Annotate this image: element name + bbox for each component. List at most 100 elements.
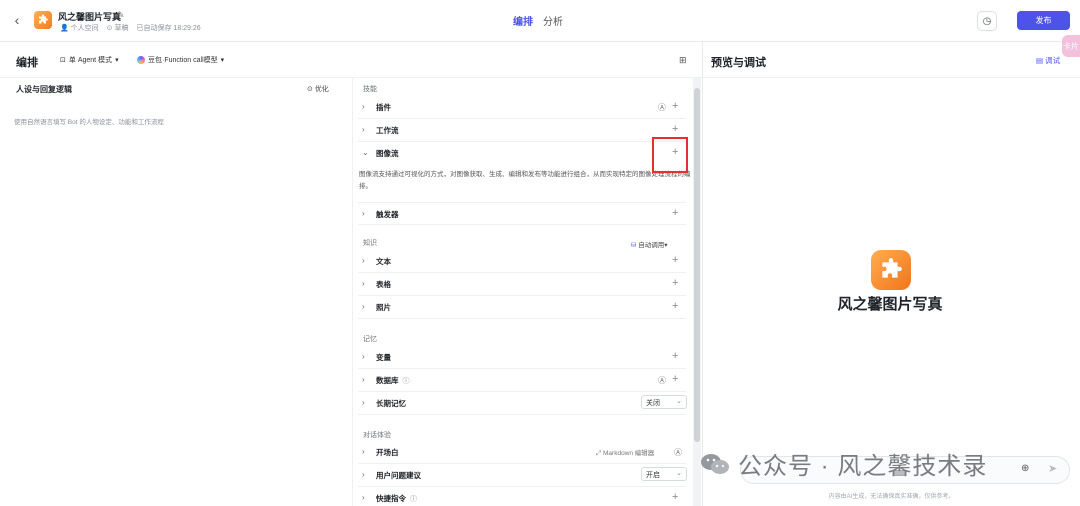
app-meta: 👤 个人空间 ⊙ 草稿 已自动保存 18:29:26 [60,23,201,33]
add-database-icon[interactable]: + [672,373,678,385]
auto-icon[interactable]: Ⓐ [658,375,666,386]
bot-avatar [871,250,911,290]
agent-mode-select[interactable]: ⊡ 单 Agent 模式 ▾ [60,55,119,65]
row-shortcut[interactable]: › 快捷指令 ⓘ + [358,487,686,506]
layout-grid-icon[interactable]: ⊞ [679,55,687,66]
puzzle-icon [882,258,902,278]
chevron-right-icon: › [362,302,365,311]
persona-input[interactable]: 使用自然语言填写 Bot 的人物设定、功能和工作流程 [14,116,164,126]
markdown-editor-button[interactable]: ⤢ Markdown 编辑器 [596,447,654,458]
add-plugin-icon[interactable]: + [672,100,678,112]
disclaimer: 内容由AI生成，无法确保真实准确，仅供参考。 [828,494,955,500]
row-label: 工作流 [376,126,399,135]
row-photo[interactable]: › 照片 + [358,296,686,319]
auto-icon[interactable]: Ⓐ [674,447,682,458]
chevron-down-icon: ⌄ [676,398,682,405]
model-logo-icon [137,56,145,64]
row-image-flow[interactable]: ⌄ 图像流 + [358,142,686,165]
row-label: 长期记忆 [376,399,406,408]
section-knowledge: 知识 [363,240,377,247]
app-title: 风之馨图片写真 [58,12,122,22]
attach-icon[interactable]: ⊕ [1021,463,1029,474]
edit-title-icon[interactable]: ✎ [117,10,125,21]
chevron-right-icon: › [362,447,365,456]
database-icon: ⛁ [631,242,637,249]
agent-mode-label: 单 Agent 模式 [68,57,113,64]
preview-title: 预览与调试 [711,57,766,69]
row-workflow[interactable]: › 工作流 + [358,119,686,142]
skills-panel: 技能 › 插件 Ⓐ + › 工作流 + ⌄ 图像流 + 图像流支持通过可视化的方… [353,78,693,506]
divider [702,42,703,506]
row-label: 文本 [376,257,391,266]
row-label: 开场白 [376,448,399,457]
send-icon[interactable]: ➤ [1048,462,1057,475]
top-tabs: 编排 分析 [513,13,563,28]
section-dialog: 对话体验 [363,432,391,439]
row-plugin[interactable]: › 插件 Ⓐ + [358,96,686,119]
chevron-right-icon: › [362,256,365,265]
add-shortcut-icon[interactable]: + [672,491,678,503]
autosave-label: 已自动保存 18:29:26 [136,25,201,32]
add-table-icon[interactable]: + [672,277,678,289]
chevron-right-icon: › [362,279,365,288]
chevron-right-icon: › [362,375,365,384]
add-trigger-icon[interactable]: + [672,207,678,219]
scrollbar-thumb[interactable] [694,88,700,442]
chevron-down-icon: ⌄ [362,148,369,157]
row-label: 快捷指令 ⓘ [376,494,417,503]
row-label: 表格 [376,280,391,289]
row-label: 触发器 [376,210,399,219]
watermark-text: 公众号 · 风之馨技术录 [738,453,988,480]
arrange-title: 编排 [16,57,38,69]
row-opening[interactable]: › 开场白 ⤢ Markdown 编辑器 Ⓐ [358,441,686,464]
info-icon: ⓘ [402,378,410,385]
auto-icon[interactable]: Ⓐ [658,102,666,113]
puzzle-icon [39,14,48,24]
persona-title: 人设与回复逻辑 [16,85,72,94]
tab-arrange[interactable]: 编排 [513,13,533,28]
chevron-down-icon: ⌄ [676,470,682,477]
section-memory: 记忆 [363,336,377,343]
bot-name: 风之馨图片写真 [837,296,943,313]
chevron-down-icon: ▾ [220,57,225,64]
auto-call-select[interactable]: ⛁ 自动调用▾ [631,239,668,249]
row-suggestion[interactable]: › 用户问题建议 开启 ⌄ [358,464,687,487]
long-memory-select[interactable]: 关闭 ⌄ [641,395,687,409]
chevron-right-icon: › [362,209,365,218]
chevron-right-icon: › [362,493,365,502]
app-logo [34,11,52,29]
add-photo-icon[interactable]: + [672,300,678,312]
row-variable[interactable]: › 变量 + [358,346,686,369]
top-bar: ‹ 风之馨图片写真 ✎ 👤 个人空间 ⊙ 草稿 已自动保存 18:29:26 编… [0,0,1080,42]
preview-header: 预览与调试 ▤ 调试 [703,42,1080,78]
highlight-box [652,137,688,173]
row-label: 插件 [376,103,391,112]
row-text[interactable]: › 文本 + [358,250,686,273]
add-workflow-icon[interactable]: + [672,123,678,135]
row-label: 数据库 ⓘ [376,376,410,385]
model-select[interactable]: 豆包·Function call模型 ▾ [137,55,224,65]
add-text-icon[interactable]: + [672,254,678,266]
row-long-memory[interactable]: › 长期记忆 关闭 ⌄ [358,392,687,415]
row-label: 图像流 [376,149,399,158]
row-database[interactable]: › 数据库 ⓘ Ⓐ + [358,369,686,392]
chevron-right-icon: › [362,470,365,479]
publish-button[interactable]: 发布 [1017,11,1070,30]
arrange-header: 编排 ⊡ 单 Agent 模式 ▾ 豆包·Function call模型 ▾ ⊞ [0,42,702,78]
add-variable-icon[interactable]: + [672,350,678,362]
suggestion-select[interactable]: 开启 ⌄ [641,467,687,481]
info-icon: ⓘ [410,496,417,503]
history-icon[interactable]: ◷ [977,11,997,31]
back-arrow-icon[interactable]: ‹ [10,12,24,28]
space-label: 👤 个人空间 [60,25,99,32]
row-table[interactable]: › 表格 + [358,273,686,296]
persona-panel: 人设与回复逻辑 ⊙ 优化 使用自然语言填写 Bot 的人物设定、功能和工作流程 [0,78,352,506]
row-trigger[interactable]: › 触发器 + [358,202,686,225]
chevron-right-icon: › [362,352,365,361]
tab-analysis[interactable]: 分析 [543,13,563,28]
debug-button[interactable]: ▤ 调试 [1036,55,1060,66]
chevron-right-icon: › [362,125,365,134]
agent-mode-icon: ⊡ [60,57,66,64]
wechat-icon [701,453,729,474]
optimize-button[interactable]: ⊙ 优化 [307,84,329,94]
